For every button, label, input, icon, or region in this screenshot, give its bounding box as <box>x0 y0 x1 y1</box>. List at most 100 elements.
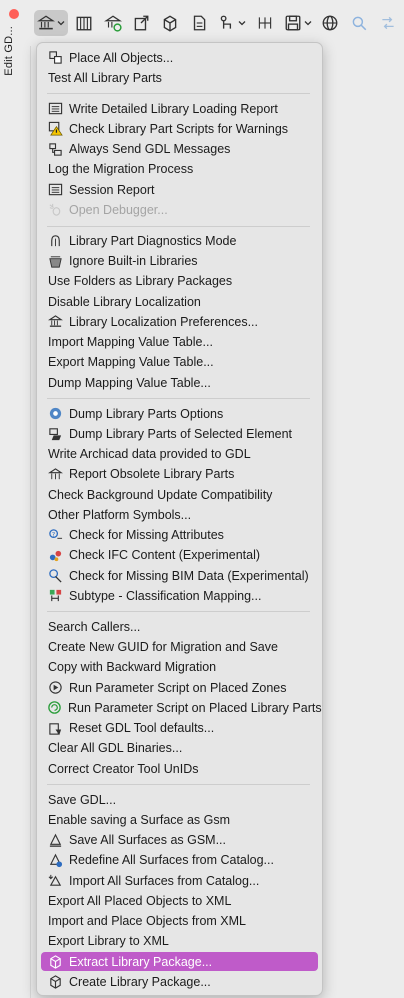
run-zones-icon <box>47 680 63 696</box>
library-toolbar-button[interactable] <box>71 10 97 36</box>
menu-item-create-library-package[interactable]: Create Library Package... <box>41 972 318 991</box>
window-title: Edit GD... <box>3 26 15 76</box>
menu-item-library-part-diagnostics-mode[interactable]: Library Part Diagnostics Mode <box>41 231 318 250</box>
close-window-button[interactable] <box>9 9 19 19</box>
menu-item-check-library-part-scripts-for-warnings[interactable]: Check Library Part Scripts for Warnings <box>41 119 318 138</box>
menu-item-export-library-to-xml[interactable]: Export Library to XML <box>41 932 318 951</box>
menu-item-label: Save All Surfaces as GSM... <box>69 833 227 847</box>
menu-item-check-for-missing-bim-data-experimental[interactable]: Check for Missing BIM Data (Experimental… <box>41 566 318 585</box>
dump-selected-icon <box>47 426 63 442</box>
library-refresh-toolbar-button[interactable] <box>100 10 126 36</box>
columns-toolbar-button[interactable] <box>252 10 278 36</box>
menu-item-label: Reset GDL Tool defaults... <box>69 721 215 736</box>
menu-item-label: Dump Mapping Value Table... <box>48 375 211 390</box>
menu-item-save-gdl[interactable]: Save GDL... <box>41 790 318 809</box>
library-package-icon <box>161 14 179 32</box>
library-building-icon <box>47 314 63 330</box>
save-toolbar-button[interactable] <box>281 10 315 36</box>
toolbar <box>30 0 404 46</box>
ifc-icon <box>47 547 63 563</box>
menu-item-write-archicad-data-provided-to-gdl[interactable]: Write Archicad data provided to GDL <box>41 445 318 464</box>
menu-item-label: Dump Library Parts Options <box>69 406 224 421</box>
menu-item-report-obsolete-library-parts[interactable]: Report Obsolete Library Parts <box>41 465 318 484</box>
menu-item-write-detailed-library-loading-report[interactable]: Write Detailed Library Loading Report <box>41 99 318 118</box>
menu-item-session-report[interactable]: Session Report <box>41 180 318 199</box>
menu-item-label: Create New GUID for Migration and Save <box>48 640 278 655</box>
menu-item-label: Check Library Part Scripts for Warnings <box>69 121 289 136</box>
package-extract-icon <box>47 954 63 970</box>
library-icon <box>75 14 93 32</box>
menu-separator <box>47 225 310 227</box>
library-building-icon <box>36 14 55 32</box>
menu-item-import-all-surfaces-from-catalog[interactable]: Import All Surfaces from Catalog... <box>41 871 318 890</box>
menu-item-place-all-objects[interactable]: Place All Objects... <box>41 48 318 67</box>
menu-separator <box>47 784 310 786</box>
classification-icon <box>47 588 63 604</box>
menu-item-search-callers[interactable]: Search Callers... <box>41 617 318 636</box>
menu-item-reset-gdl-tool-defaults[interactable]: Reset GDL Tool defaults... <box>41 719 318 738</box>
menu-item-dump-library-parts-of-selected-element[interactable]: Dump Library Parts of Selected Element <box>41 424 318 443</box>
menu-item-import-and-place-objects-from-xml[interactable]: Import and Place Objects from XML <box>41 912 318 931</box>
menu-item-check-ifc-content-experimental[interactable]: Check IFC Content (Experimental) <box>41 546 318 565</box>
menu-item-clear-all-gdl-binaries[interactable]: Clear All GDL Binaries... <box>41 739 318 758</box>
menu-item-label: Check IFC Content (Experimental) <box>69 548 261 563</box>
globe-icon <box>321 14 339 32</box>
menu-item-ignore-built-in-libraries[interactable]: Ignore Built-in Libraries <box>41 252 318 271</box>
menu-item-redefine-all-surfaces-from-catalog[interactable]: Redefine All Surfaces from Catalog... <box>41 851 318 870</box>
menu-item-always-send-gdl-messages[interactable]: Always Send GDL Messages <box>41 140 318 159</box>
menu-item-other-platform-symbols[interactable]: Other Platform Symbols... <box>41 505 318 524</box>
menu-item-dump-library-parts-options[interactable]: Dump Library Parts Options <box>41 404 318 423</box>
menu-item-label: Export Library to XML <box>48 934 169 949</box>
menu-item-use-folders-as-library-packages[interactable]: Use Folders as Library Packages <box>41 272 318 291</box>
menu-separator <box>47 93 310 95</box>
menu-item-disable-library-localization[interactable]: Disable Library Localization <box>41 292 318 311</box>
menu-item-label: Ignore Built-in Libraries <box>69 254 198 269</box>
menu-item-label: Write Detailed Library Loading Report <box>69 101 278 116</box>
reset-icon <box>47 720 63 736</box>
menu-item-label: Always Send GDL Messages <box>69 142 231 157</box>
menu-separator <box>47 611 310 613</box>
menu-item-export-all-placed-objects-to-xml[interactable]: Export All Placed Objects to XML <box>41 891 318 910</box>
globe-toolbar-button[interactable] <box>317 10 343 36</box>
menu-item-label: Run Parameter Script on Placed Library P… <box>68 700 322 715</box>
menu-item-save-all-surfaces-as-gsm[interactable]: Save All Surfaces as GSM... <box>41 831 318 850</box>
compare-icon <box>379 14 397 32</box>
menu-item-import-mapping-value-table[interactable]: Import Mapping Value Table... <box>41 333 318 352</box>
menu-item-dump-mapping-value-table[interactable]: Dump Mapping Value Table... <box>41 373 318 392</box>
chevron-down-icon <box>57 19 65 27</box>
menu-item-label: Copy with Backward Migration <box>48 660 217 675</box>
hierarchy-icon <box>218 14 236 32</box>
menu-item-export-mapping-value-table[interactable]: Export Mapping Value Table... <box>41 353 318 372</box>
columns-icon <box>256 14 274 32</box>
search-icon <box>350 14 368 32</box>
menu-item-run-parameter-script-on-placed-library-parts[interactable]: Run Parameter Script on Placed Library P… <box>41 698 322 717</box>
library-export-toolbar-button[interactable] <box>128 10 154 36</box>
menu-item-check-background-update-compatibility[interactable]: Check Background Update Compatibility <box>41 485 318 504</box>
menu-item-label: Library Part Diagnostics Mode <box>69 233 237 248</box>
menu-item-subtype-classification-mapping[interactable]: Subtype - Classification Mapping... <box>41 586 318 605</box>
package-create-icon <box>47 974 63 990</box>
menu-item-test-all-library-parts[interactable]: Test All Library Parts <box>41 68 318 87</box>
dump-options-icon <box>47 406 63 422</box>
library-package-toolbar-button[interactable] <box>157 10 183 36</box>
menu-item-copy-with-backward-migration[interactable]: Copy with Backward Migration <box>41 658 318 677</box>
menu-item-log-the-migration-process[interactable]: Log the Migration Process <box>41 160 318 179</box>
diagnostics-icon <box>47 233 63 249</box>
menu-item-run-parameter-script-on-placed-zones[interactable]: Run Parameter Script on Placed Zones <box>41 678 318 697</box>
library-document-toolbar-button[interactable] <box>186 10 212 36</box>
menu-item-extract-library-package[interactable]: Extract Library Package... <box>41 952 318 971</box>
library-building-toolbar-button[interactable] <box>34 10 68 36</box>
report-icon <box>47 182 63 198</box>
menu-item-check-for-missing-attributes[interactable]: ? Check for Missing Attributes <box>41 526 318 545</box>
menu-item-label: Other Platform Symbols... <box>48 507 192 522</box>
menu-item-label: Test All Library Parts <box>48 70 162 85</box>
menu-item-correct-creator-tool-unids[interactable]: Correct Creator Tool UnIDs <box>41 759 318 778</box>
menu-item-label: Open Debugger... <box>69 202 168 217</box>
menu-item-enable-saving-a-surface-as-gsm[interactable]: Enable saving a Surface as Gsm <box>41 810 318 829</box>
compare-toolbar-button <box>375 10 401 36</box>
menu-item-create-new-guid-for-migration-and-save[interactable]: Create New GUID for Migration and Save <box>41 638 318 657</box>
hierarchy-toolbar-button[interactable] <box>215 10 249 36</box>
menu-item-library-localization-preferences[interactable]: Library Localization Preferences... <box>41 312 318 331</box>
surface-save-icon <box>47 832 63 848</box>
menu-item-label: Place All Objects... <box>69 50 174 65</box>
